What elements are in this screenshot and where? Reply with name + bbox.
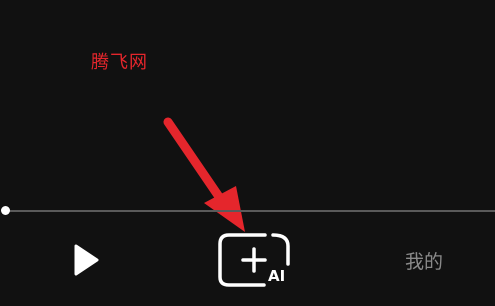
progress-thumb[interactable] <box>1 206 10 215</box>
video-player-screen: 腾飞网 AI 我的 <box>0 0 495 306</box>
watermark-text: 腾飞网 <box>91 52 148 73</box>
play-icon <box>74 244 99 276</box>
play-button[interactable] <box>68 242 104 278</box>
ai-create-button[interactable]: AI <box>217 232 293 290</box>
bottom-nav-bar: AI 我的 <box>0 222 495 306</box>
progress-bar[interactable] <box>5 210 495 212</box>
ai-label: AI <box>268 267 286 285</box>
tab-me[interactable]: 我的 <box>405 247 443 274</box>
